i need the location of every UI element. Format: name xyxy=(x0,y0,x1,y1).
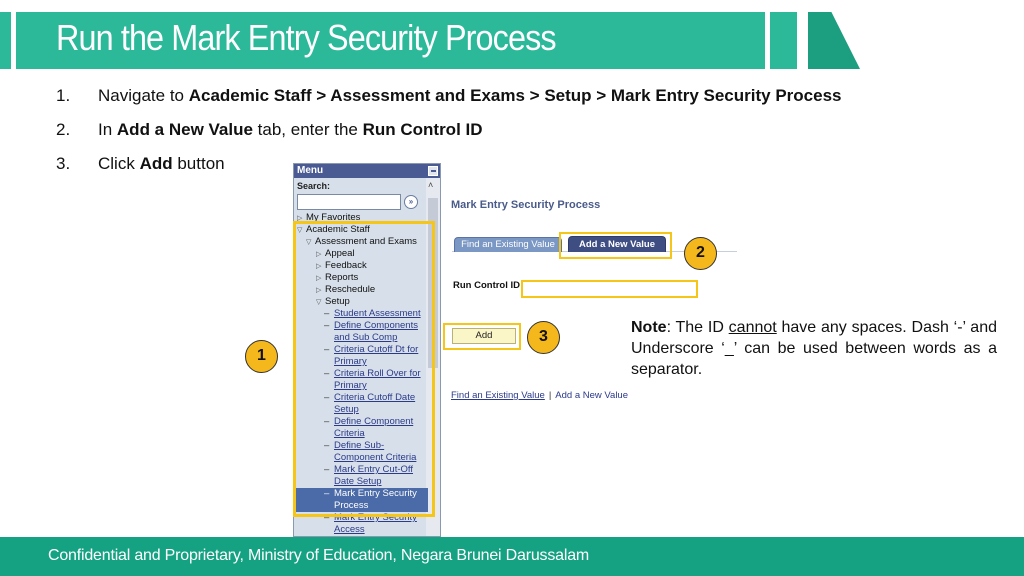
scroll-up-icon[interactable]: ˄ xyxy=(428,180,433,190)
note-text-part: : The ID xyxy=(666,319,729,336)
note-text: Note: The ID cannot have any spaces. Das… xyxy=(631,317,997,380)
footer-bar: Confidential and Proprietary, Ministry o… xyxy=(0,537,1024,576)
note-emphasis: cannot xyxy=(728,319,777,336)
page-title: Mark Entry Security Process xyxy=(451,199,601,211)
title-banner: Run the Mark Entry Security Process xyxy=(16,12,765,69)
step-number: 2. xyxy=(56,120,71,139)
banner-decoration-wedge xyxy=(808,12,860,69)
step-number: 3. xyxy=(56,154,71,173)
step-text-bold: Run Control ID xyxy=(362,120,483,139)
callout-1: 1 xyxy=(245,340,278,373)
banner-decoration-bar xyxy=(770,12,797,69)
slide-title: Run the Mark Entry Security Process xyxy=(56,17,557,58)
find-existing-value-link[interactable]: Find an Existing Value xyxy=(451,390,545,401)
tab-highlight-box xyxy=(559,232,672,259)
step-text-plain: button xyxy=(172,154,225,173)
callout-2: 2 xyxy=(684,237,717,270)
banner-decoration-left xyxy=(0,12,11,69)
step-text: Navigate to Academic Staff > Assessment … xyxy=(98,84,841,108)
step-number: 1. xyxy=(56,86,71,105)
step-text: Click Add button xyxy=(98,152,225,176)
bottom-links: Find an Existing Value | Add a New Value xyxy=(451,390,628,401)
add-highlight-box xyxy=(443,323,521,350)
collapse-icon[interactable] xyxy=(428,166,438,176)
step-text-plain: Navigate to xyxy=(98,86,189,105)
menu-search-input[interactable] xyxy=(297,194,401,210)
step-text-plain: tab, enter the xyxy=(252,120,363,139)
menu-header: Menu xyxy=(294,164,440,178)
menu-search-label: Search: xyxy=(297,181,331,191)
step-text-plain: In xyxy=(98,120,117,139)
step-text-bold: Academic Staff > Assessment and Exams > … xyxy=(188,86,842,105)
footer-text: Confidential and Proprietary, Ministry o… xyxy=(48,547,590,564)
menu-highlight-box xyxy=(293,221,435,517)
add-new-value-link[interactable]: Add a New Value xyxy=(555,390,628,401)
run-control-id-label: Run Control ID xyxy=(453,280,521,291)
callout-3: 3 xyxy=(527,321,560,354)
run-control-id-input[interactable] xyxy=(521,280,698,298)
step-text-bold: Add xyxy=(139,154,173,173)
search-go-icon[interactable]: » xyxy=(404,195,418,209)
step-text-plain: Click xyxy=(98,154,140,173)
link-separator: | xyxy=(548,390,552,401)
step-text: In Add a New Value tab, enter the Run Co… xyxy=(98,118,483,142)
note-label: Note xyxy=(631,319,667,336)
step-text-bold: Add a New Value xyxy=(116,120,253,139)
menu-title: Menu xyxy=(297,165,324,176)
tab-find-existing-value[interactable]: Find an Existing Value xyxy=(454,237,562,252)
